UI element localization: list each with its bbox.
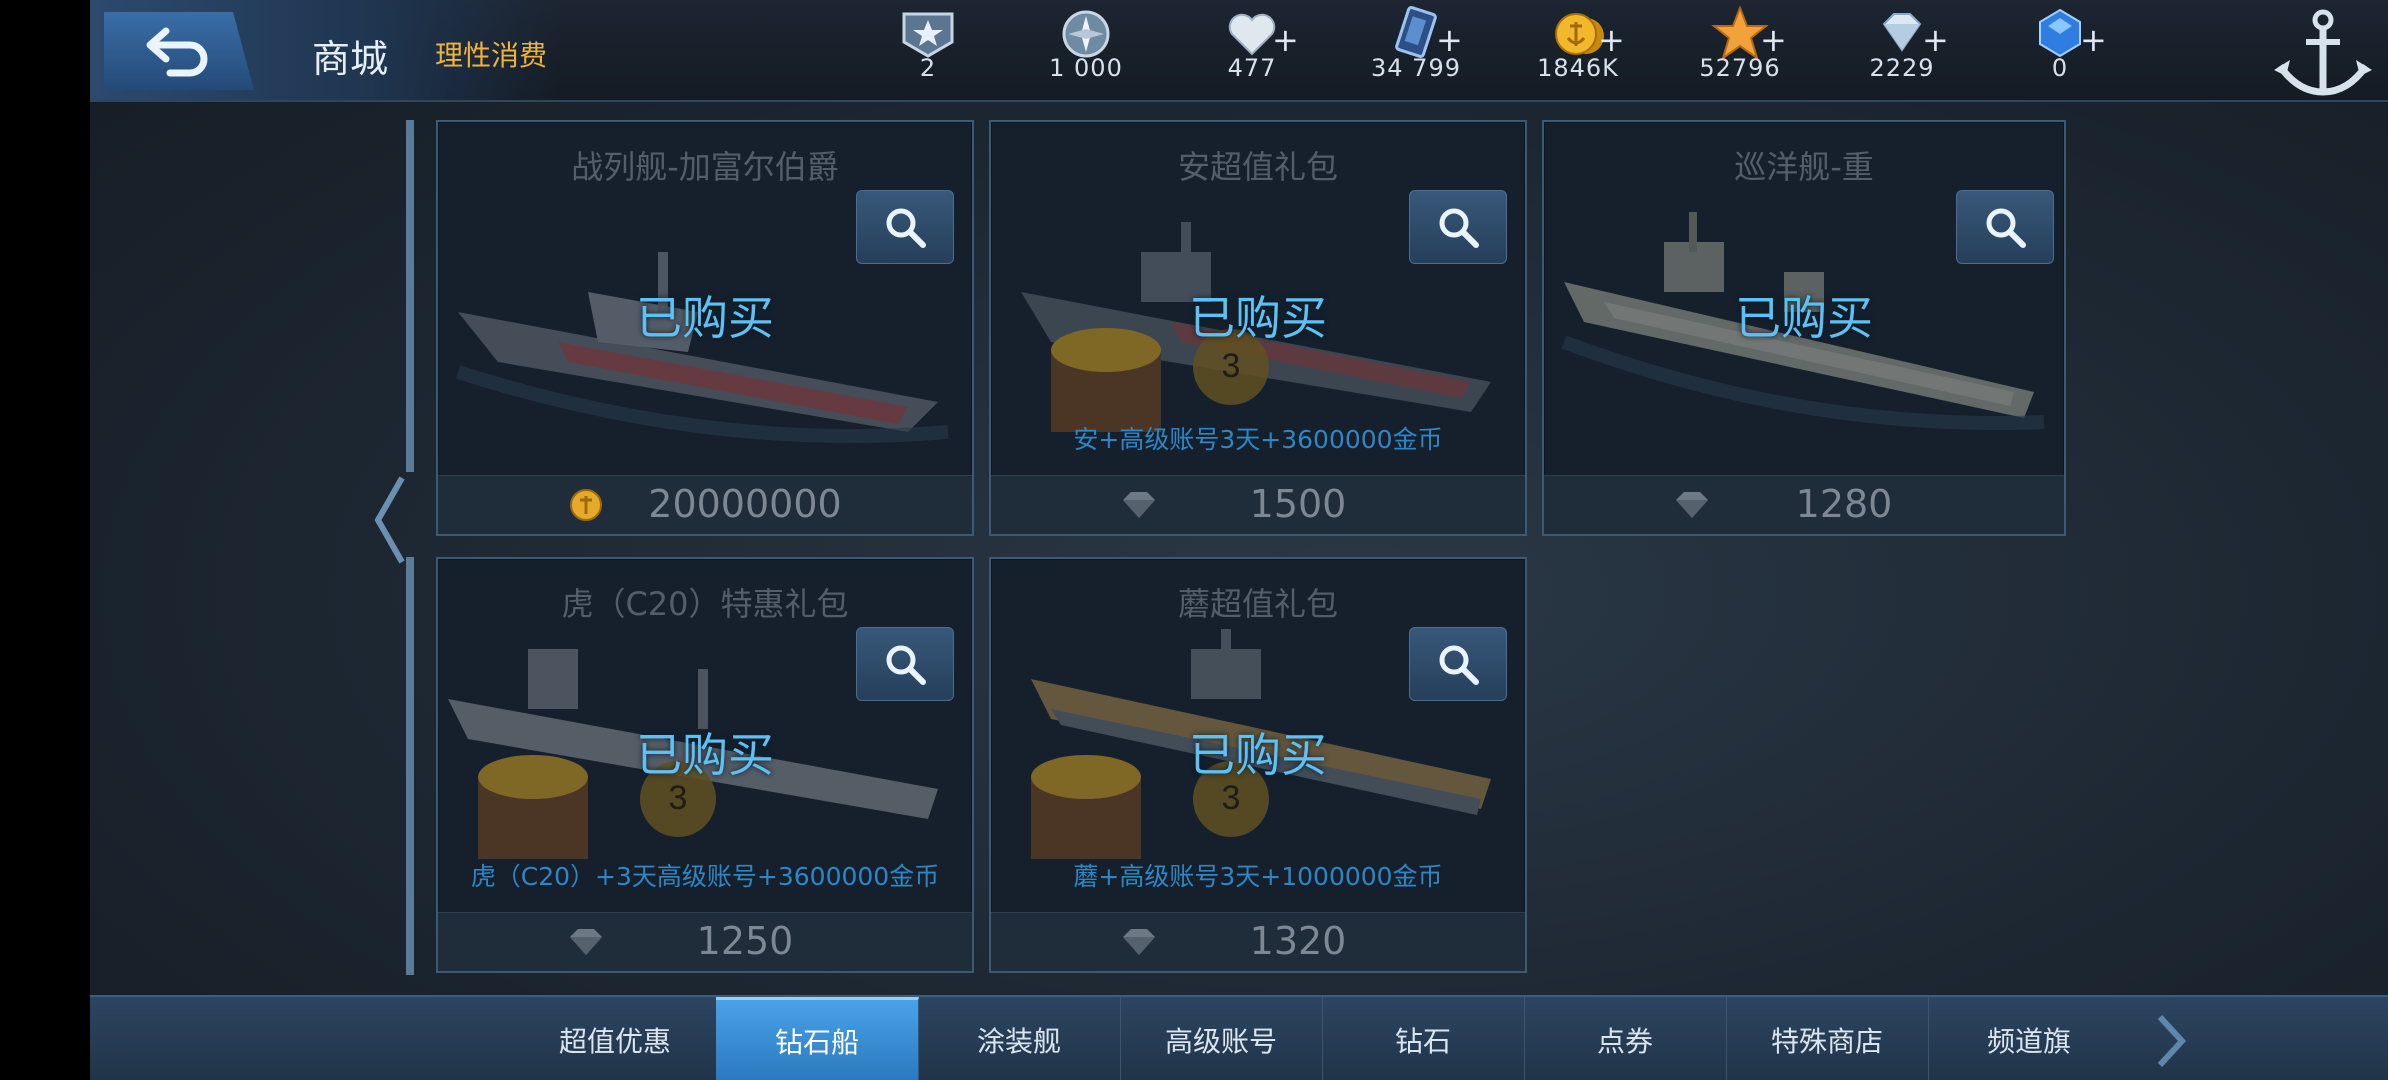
tab-premium-account[interactable]: 高级账号: [1120, 997, 1323, 1080]
star-counter[interactable]: + 52796: [1680, 4, 1800, 94]
gold-plus-icon[interactable]: +: [1598, 24, 1625, 56]
purchased-label: 已购买: [1189, 291, 1327, 345]
product-description: 蘑+高级账号3天+1000000金币: [1073, 862, 1443, 891]
magnifier-icon: [1439, 645, 1479, 685]
price-bar: 20000000: [438, 475, 972, 534]
tab-special-shop[interactable]: 特殊商店: [1726, 997, 1929, 1080]
tab-diamonds[interactable]: 钻石: [1322, 997, 1525, 1080]
price-bar: 1320: [991, 912, 1525, 971]
diamond-plus-icon[interactable]: +: [1922, 24, 1949, 56]
heart-plus-icon[interactable]: +: [1272, 24, 1299, 56]
rational-spending-notice[interactable]: 理性消费: [435, 34, 547, 74]
purchased-label: 已购买: [1735, 291, 1873, 345]
next-tabs-arrow-icon[interactable]: [2150, 1011, 2190, 1071]
magnifier-icon: [886, 645, 926, 685]
preview-button[interactable]: [1409, 190, 1507, 264]
shop-screen: 商城 理性消费 2 1 000 + 477 + 34 799 + 1846K +…: [90, 0, 2388, 1080]
prev-page-arrow-icon[interactable]: [372, 470, 408, 570]
price-value: 20000000: [648, 482, 842, 526]
card-value: 34 799: [1371, 54, 1461, 82]
anchor-menu-icon[interactable]: [2268, 0, 2378, 100]
back-arrow-icon: [146, 27, 208, 77]
rank-badge-counter[interactable]: 2: [868, 4, 988, 94]
compass-points-value: 1 000: [1049, 54, 1123, 82]
price-value: 1500: [1249, 482, 1347, 526]
product-card[interactable]: 巡洋舰-重 已购买 1280: [1542, 120, 2066, 536]
card-counter[interactable]: + 34 799: [1356, 4, 1476, 94]
preview-button[interactable]: [1956, 190, 2054, 264]
preview-button[interactable]: [1409, 627, 1507, 701]
purchased-label: 已购买: [636, 291, 774, 345]
star-value: 52796: [1699, 54, 1781, 82]
magnifier-icon: [1986, 208, 2026, 248]
category-tab-bar: 超值优惠 钻石船 涂装舰 高级账号 钻石 点券 特殊商店 频道旗: [90, 995, 2388, 1080]
price-bar: 1250: [438, 912, 972, 971]
product-card[interactable]: 蘑超值礼包 3 已购买 蘑+高级账号3天+1000000金币 1320: [989, 557, 1527, 973]
tab-vouchers[interactable]: 点券: [1524, 997, 1727, 1080]
top-bar: 商城 理性消费 2 1 000 + 477 + 34 799 + 1846K +…: [90, 0, 2388, 102]
diamond-counter[interactable]: + 2229: [1842, 4, 1962, 94]
product-description: 虎（C20）+3天高级账号+3600000金币: [470, 862, 940, 891]
tab-diamond-ships[interactable]: 钻石船: [716, 997, 919, 1080]
blue-gem-plus-icon[interactable]: +: [2080, 24, 2107, 56]
blue-gem-counter[interactable]: + 0: [2000, 4, 2120, 94]
tab-super-deals[interactable]: 超值优惠: [514, 997, 717, 1080]
price-bar: 1280: [1544, 475, 2064, 534]
purchased-label: 已购买: [636, 728, 774, 782]
back-button[interactable]: [104, 12, 254, 90]
product-card[interactable]: 安超值礼包 3 已购买 安+高级账号3天+3600000金币 1500: [989, 120, 1527, 536]
magnifier-icon: [886, 208, 926, 248]
price-value: 1250: [696, 919, 794, 963]
heart-counter[interactable]: + 477: [1192, 4, 1312, 94]
magnifier-icon: [1439, 208, 1479, 248]
tab-channel-flags[interactable]: 频道旗: [1928, 997, 2130, 1080]
compass-points-counter[interactable]: 1 000: [1026, 4, 1146, 94]
tab-camouflage-ships[interactable]: 涂装舰: [918, 997, 1121, 1080]
price-value: 1280: [1795, 482, 1893, 526]
card-plus-icon[interactable]: +: [1436, 24, 1463, 56]
product-card[interactable]: 战列舰-加富尔伯爵 已购买 20000000: [436, 120, 974, 536]
gold-coin-counter[interactable]: + 1846K: [1518, 4, 1638, 94]
product-card[interactable]: 虎（C20）特惠礼包 3 已购买 虎（C20）+3天高级账号+3600000金币…: [436, 557, 974, 973]
preview-button[interactable]: [856, 627, 954, 701]
page-title: 商城: [312, 37, 389, 81]
product-description: 安+高级账号3天+3600000金币: [1073, 425, 1443, 454]
preview-button[interactable]: [856, 190, 954, 264]
gold-value: 1846K: [1537, 54, 1619, 82]
blue-gem-value: 0: [2051, 54, 2069, 82]
diamond-value: 2229: [1869, 54, 1935, 82]
purchased-label: 已购买: [1189, 728, 1327, 782]
price-value: 1320: [1249, 919, 1347, 963]
price-bar: 1500: [991, 475, 1525, 534]
heart-value: 477: [1227, 54, 1277, 82]
rank-value: 2: [919, 54, 937, 82]
star-plus-icon[interactable]: +: [1760, 24, 1787, 56]
